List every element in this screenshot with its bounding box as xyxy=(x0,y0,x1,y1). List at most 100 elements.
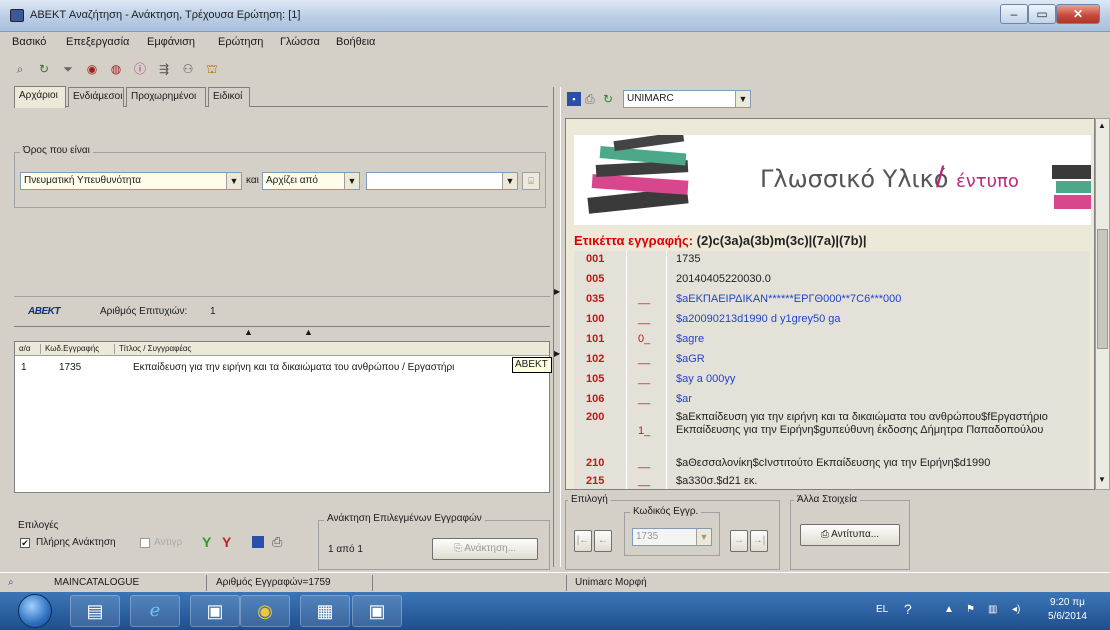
match-select[interactable]: Αρχίζει από ▼ xyxy=(262,172,360,190)
row-number: 1 xyxy=(21,362,27,373)
tab-special[interactable]: Ειδικοί xyxy=(208,87,250,107)
chevron-down-icon[interactable]: ▼ xyxy=(344,173,359,189)
scroll-up-icon[interactable]: ▲ xyxy=(1098,121,1106,130)
viewer-scrollbar[interactable]: ▲ ▼ xyxy=(1095,118,1110,490)
chevron-down-icon[interactable]: ▼ xyxy=(696,529,711,545)
start-button[interactable] xyxy=(18,594,52,628)
col-title[interactable]: Τίτλος / Συγγραφέας xyxy=(119,344,547,354)
expand-up-icon[interactable]: ▲ xyxy=(304,327,313,337)
help-icon[interactable]: ? xyxy=(904,601,912,617)
save-icon[interactable] xyxy=(252,536,264,548)
status-format: Unimarc Μορφή xyxy=(575,577,647,588)
volume-icon[interactable]: ◂) xyxy=(1012,604,1020,615)
app-window-icon[interactable]: ▣ xyxy=(190,595,240,627)
next-record-button[interactable]: → xyxy=(730,530,748,552)
results-header: α/α Κωδ.Εγγραφής Τίτλος / Συγγραφέας xyxy=(15,342,549,356)
language-indicator[interactable]: EL xyxy=(876,604,888,615)
prev-record-button[interactable]: ← xyxy=(594,530,612,552)
taskbar: ▤ e ▣ ◉ ▦ ▣ EL ? ▲ ⚑ ▥ ◂) 9:20 πμ 5/6/20… xyxy=(0,592,1110,630)
col-code[interactable]: Κωδ.Εγγραφής xyxy=(45,344,115,354)
close-button[interactable]: ✕ xyxy=(1056,4,1100,24)
field-select[interactable]: Πνευματική Υπευθυνότητα ▼ xyxy=(20,172,242,190)
col-number[interactable]: α/α xyxy=(19,344,41,354)
copies-button-label: Αντίτυπα... xyxy=(831,529,880,540)
vertical-splitter[interactable]: ▶ ▶ xyxy=(553,87,561,567)
chevron-down-icon[interactable]: ▼ xyxy=(502,173,517,189)
filter-red-icon[interactable]: Y xyxy=(222,534,231,550)
save-icon[interactable]: ▪ xyxy=(567,92,581,106)
full-retrieval-label: Πλήρης Ανάκτηση xyxy=(36,537,116,548)
horizontal-splitter[interactable]: ▲ ▲ xyxy=(14,326,550,339)
retrieve-selected-button[interactable]: ⎘ Ανάκτηση... xyxy=(432,538,538,560)
users-icon[interactable]: ⚇ xyxy=(180,61,196,77)
chevron-down-icon[interactable]: ▼ xyxy=(735,91,750,107)
record-code-input[interactable]: 1735 ▼ xyxy=(632,528,712,546)
flag-icon[interactable]: ⚑ xyxy=(966,604,975,615)
maximize-button[interactable]: ▭ xyxy=(1028,4,1056,24)
search-icon: ⌕ xyxy=(8,577,14,588)
options-label: Επιλογές xyxy=(18,520,59,531)
row-title: Εκπαίδευση για την ειρήνη και τα δικαιώμ… xyxy=(133,362,455,373)
explorer-icon[interactable]: ▤ xyxy=(70,595,120,627)
window-title: ABEKT Αναζήτηση - Ανάκτηση, Τρέχουσα Ερώ… xyxy=(30,9,301,21)
print-icon[interactable]: ⎙ xyxy=(585,92,599,106)
clock[interactable]: 9:20 πμ 5/6/2014 xyxy=(1048,596,1087,624)
tab-intermediate[interactable]: Ενδιάμεσοι xyxy=(68,87,124,107)
record-label: Ετικέττα εγγραφής: (2)c(3a)a(3b)m(3c)|(7… xyxy=(574,233,867,248)
lookup-icon[interactable]: ⌸ xyxy=(522,172,540,190)
internet-explorer-icon[interactable]: e xyxy=(130,595,180,627)
menu-item-edit[interactable]: Επεξεργασία xyxy=(66,36,129,48)
refresh-icon[interactable]: ↻ xyxy=(36,61,52,77)
arrow-right-icon[interactable]: ▶ xyxy=(554,349,560,358)
last-record-button[interactable]: →| xyxy=(750,530,768,552)
arrow-right-icon[interactable]: ▶ xyxy=(554,287,560,296)
app-window: { "window": {"title": "ABEKT Αναζήτηση -… xyxy=(0,0,1110,630)
binoculars-icon[interactable]: ⌕ xyxy=(12,61,28,77)
full-retrieval-checkbox[interactable]: ✔ xyxy=(20,538,30,548)
filter-icon[interactable]: ⏷ xyxy=(60,61,76,77)
selection-label: Επιλογή xyxy=(568,494,611,505)
selected-records-label: Ανάκτηση Επιλεγμένων Εγγραφών xyxy=(324,513,485,524)
menu-item-language[interactable]: Γλώσσα xyxy=(280,36,320,48)
app-window-icon-2[interactable]: ▣ xyxy=(352,595,402,627)
copy-checkbox[interactable] xyxy=(140,538,150,548)
format-select[interactable]: UNIMARC ▼ xyxy=(623,90,751,108)
menu-item-help[interactable]: Βοήθεια xyxy=(336,36,375,48)
tab-advanced[interactable]: Προχωρημένοι xyxy=(126,87,206,107)
filter-green-icon[interactable]: Y xyxy=(202,534,211,550)
menu-bar: Βασικό Επεξεργασία Εμφάνιση Ερώτηση Γλώσ… xyxy=(0,32,1110,52)
banner-slash: / xyxy=(936,161,945,194)
scroll-down-icon[interactable]: ▼ xyxy=(1098,475,1106,484)
toolbar: ⌕ ↻ ⏷ ◉ ◍ ⓘ ⇶ ⚇ ⛫ xyxy=(0,52,1110,86)
table-row[interactable]: 1 1735 Εκπαίδευση για την ειρήνη και τα … xyxy=(15,360,549,376)
tab-beginners[interactable]: Αρχάριοι xyxy=(14,86,66,108)
menu-item-view[interactable]: Εμφάνιση xyxy=(147,36,195,48)
refresh-icon[interactable]: ↻ xyxy=(603,92,617,106)
viewer-toolbar: ▪ ⎙ ↻ UNIMARC ▼ xyxy=(565,87,1105,111)
tray-arrow-icon[interactable]: ▲ xyxy=(944,604,954,615)
record-leader: (2)c(3a)a(3b)m(3c)|(7a)|(7b)| xyxy=(696,233,867,248)
collapse-up-icon[interactable]: ▲ xyxy=(244,327,253,337)
copies-icon: ⎙ xyxy=(820,529,832,540)
copies-button[interactable]: ⎙ Αντίτυπα... xyxy=(800,524,900,546)
record-label-text: Ετικέττα εγγραφής: xyxy=(574,233,694,248)
scroll-thumb[interactable] xyxy=(1097,229,1108,349)
search-tabs: Αρχάριοι Ενδιάμεσοι Προχωρημένοι Ειδικοί xyxy=(14,86,548,108)
first-record-button[interactable]: |← xyxy=(574,530,592,552)
banner-title: Γλωσσικό Υλικό xyxy=(760,165,949,193)
network-icon[interactable]: ▥ xyxy=(988,604,997,615)
info-icon[interactable]: ⓘ xyxy=(132,61,148,77)
search-group-label: Όρος που είναι xyxy=(20,145,93,156)
library-icon[interactable]: ⛫ xyxy=(204,61,220,77)
term-input[interactable]: ▼ xyxy=(366,172,518,190)
minimize-button[interactable]: – xyxy=(1000,4,1028,24)
record-add-icon[interactable]: ◍ xyxy=(108,61,124,77)
export-icon[interactable]: ⇶ xyxy=(156,61,172,77)
menu-item-query[interactable]: Ερώτηση xyxy=(218,36,263,48)
abekt-taskbar-icon[interactable]: ▦ xyxy=(300,595,350,627)
chevron-down-icon[interactable]: ▼ xyxy=(226,173,241,189)
print-icon[interactable]: ⎙ xyxy=(272,534,282,550)
chrome-icon[interactable]: ◉ xyxy=(240,595,290,627)
menu-item-basic[interactable]: Βασικό xyxy=(12,36,46,48)
record-icon[interactable]: ◉ xyxy=(84,61,100,77)
